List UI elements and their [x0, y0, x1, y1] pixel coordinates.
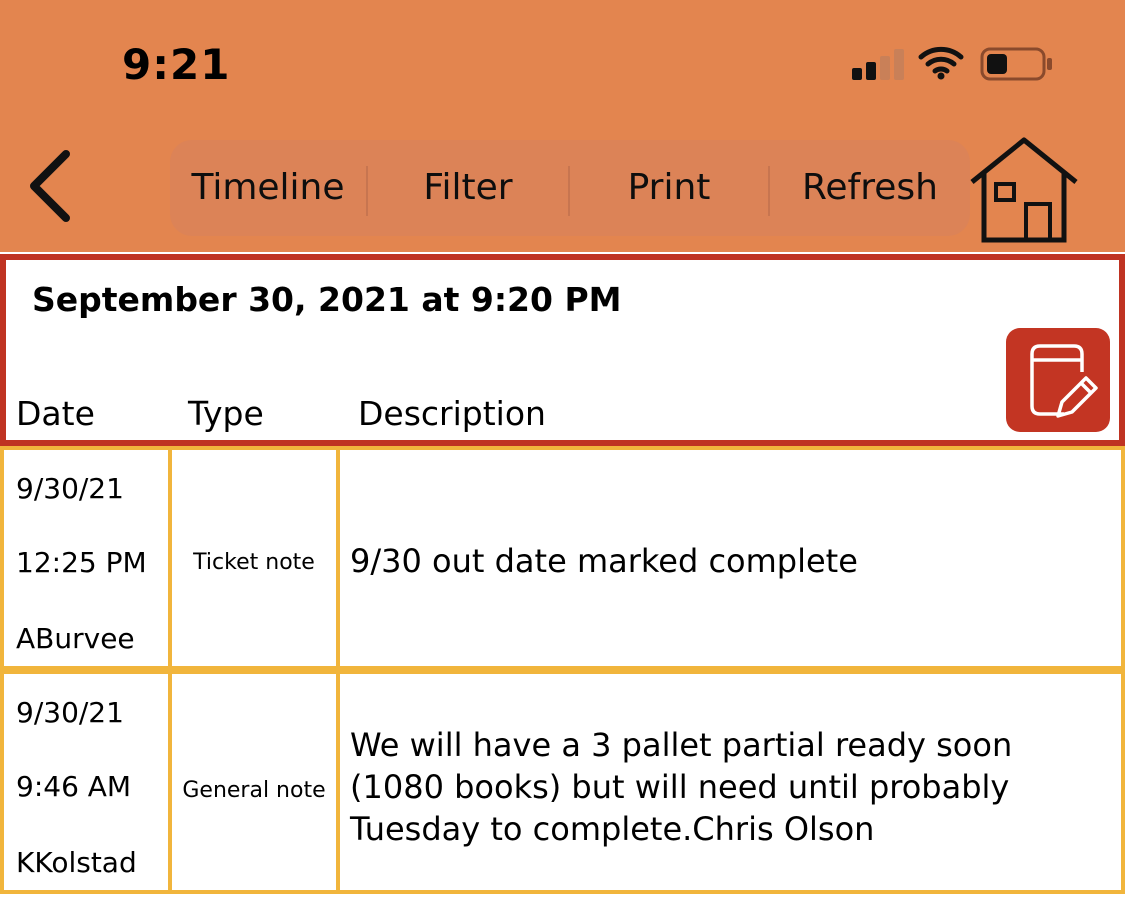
row-user: KKolstad [16, 846, 137, 879]
top-bar: 9:21 Timeline Filter Print Refresh [0, 0, 1125, 252]
segment-filter[interactable]: Filter [368, 140, 568, 236]
row-type: General note [182, 778, 326, 803]
row-date: 9/30/21 [16, 472, 124, 505]
status-time: 9:21 [122, 40, 231, 89]
column-header-type: Type [188, 394, 264, 433]
segment-print[interactable]: Print [570, 140, 768, 236]
segment-timeline[interactable]: Timeline [170, 140, 366, 236]
segmented-control: Timeline Filter Print Refresh [170, 140, 970, 236]
battery-icon [980, 47, 1052, 81]
row-user: ABurvee [16, 622, 135, 655]
ticket-header-panel: September 30, 2021 at 9:20 PM Date Type … [0, 254, 1125, 446]
cellular-signal-icon [852, 48, 906, 80]
cell-divider [336, 450, 340, 666]
column-header-date: Date [16, 394, 95, 433]
row-description: 9/30 out date marked complete [350, 542, 858, 580]
back-chevron-icon[interactable] [26, 148, 76, 224]
row-description: We will have a 3 pallet partial ready so… [350, 724, 1110, 850]
row-type: Ticket note [193, 550, 315, 575]
house-icon[interactable] [968, 136, 1080, 244]
cell-divider [336, 674, 340, 890]
row-time: 12:25 PM [16, 546, 147, 579]
row-date: 9/30/21 [16, 696, 124, 729]
table-row[interactable]: 9/30/21 9:46 AM KKolstad General note We… [0, 670, 1125, 894]
add-note-button[interactable] [1006, 328, 1110, 432]
note-edit-icon [1030, 344, 1098, 418]
column-header-description: Description [358, 394, 546, 433]
table-row[interactable]: 9/30/21 12:25 PM ABurvee Ticket note 9/3… [0, 446, 1125, 670]
row-description-line: (1080 books) but will need until probabl… [350, 768, 1010, 806]
row-time: 9:46 AM [16, 770, 132, 803]
wifi-icon [918, 46, 964, 80]
segment-refresh[interactable]: Refresh [770, 140, 970, 236]
row-description-line: We will have a 3 pallet partial ready so… [350, 726, 1013, 764]
row-description-line: Tuesday to complete.Chris Olson [350, 810, 875, 848]
ticket-timestamp: September 30, 2021 at 9:20 PM [32, 280, 622, 319]
